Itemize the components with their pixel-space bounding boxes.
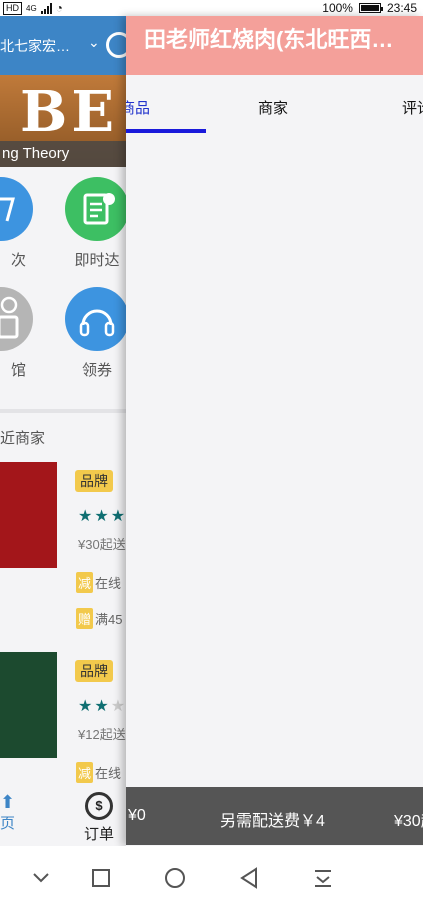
shoe-icon [0,177,33,241]
background-app: 北七家宏… ⌄ BE ng Theory 次 即时达 馆 领券 近商家 品牌 ★… [0,16,126,846]
min-order-text: ¥30起送 [78,537,126,552]
promo-line: 赠满45 [76,608,122,629]
signal-icon [40,2,52,14]
rating-stars: ★★★ [78,508,126,525]
tab-reviews[interactable]: 评论 [402,97,423,118]
checklist-icon [65,177,126,241]
tab-goods[interactable]: 商品 [126,97,150,118]
category-item[interactable]: 次 [0,177,36,270]
download-icon[interactable] [311,866,335,890]
coin-icon: $ [85,792,113,820]
store-panel: 田老师红烧肉(东北旺西… 商品 商家 评论 ¥0 另需配送费￥4 ¥30起送 [126,16,423,846]
brand-badge: 品牌 [75,660,113,682]
headset-icon [65,287,126,351]
clipboard-icon [0,287,33,351]
back-triangle-icon[interactable] [237,866,261,890]
cart-bar[interactable]: ¥0 另需配送费￥4 ¥30起送 [126,787,423,845]
chevron-down-icon[interactable]: ⌄ [88,34,100,51]
min-order-text: ¥12起送 [78,727,126,742]
hd-badge: HD [3,1,22,15]
network-type: 4G [26,3,37,13]
rating-stars: ★★★ [78,698,126,715]
category-item[interactable]: 馆 [0,287,36,380]
shop-card[interactable]: 品牌 ★★★ ¥30起送 减在线 赠满45 [0,462,126,652]
category-item[interactable]: 领券 [62,287,126,380]
status-bar: HD 4G ◔ 100% 23:45 [0,0,423,16]
wifi-icon: ◔ [55,1,63,15]
store-title: 田老师红烧肉(东北旺西… [126,16,423,75]
bg-bottom-nav: ⬆ 页 $ 订单 [0,786,126,846]
nav-orders[interactable]: $ 订单 [84,792,114,844]
square-icon[interactable] [89,866,113,890]
nearby-title: 近商家 [0,430,46,447]
goods-list[interactable] [126,135,423,786]
cart-total: ¥0 [128,807,146,824]
promo-banner[interactable]: BE ng Theory [0,75,126,167]
promo-line: 减在线 [76,762,121,783]
bg-header: 北七家宏… ⌄ [0,16,126,75]
category-grid: 次 即时达 馆 领券 [0,167,126,409]
circle-icon[interactable] [163,866,187,890]
home-icon: ⬆ [0,792,16,812]
delivery-fee-note: 另需配送费￥4 [220,813,325,830]
min-order-button[interactable]: ¥30起送 [394,807,423,831]
brand-badge: 品牌 [75,470,113,492]
clock: 23:45 [386,1,417,15]
location-text[interactable]: 北七家宏… [0,36,70,56]
banner-caption: ng Theory [0,141,126,167]
category-item[interactable]: 即时达 [62,177,126,270]
nav-home[interactable]: ⬆ 页 [0,786,15,833]
shop-thumbnail [0,652,57,758]
shop-thumbnail [0,462,57,568]
chevron-down-icon[interactable] [29,866,53,890]
tab-indicator [126,129,206,133]
system-nav-bar [0,846,423,908]
battery-text: 100% [322,1,353,15]
tab-merchant[interactable]: 商家 [258,97,288,118]
search-icon[interactable] [106,32,126,58]
promo-line: 减在线 [76,572,121,593]
store-tabs: 商品 商家 评论 [126,75,423,135]
banner-text: BE [20,79,119,145]
battery-icon [358,3,383,13]
